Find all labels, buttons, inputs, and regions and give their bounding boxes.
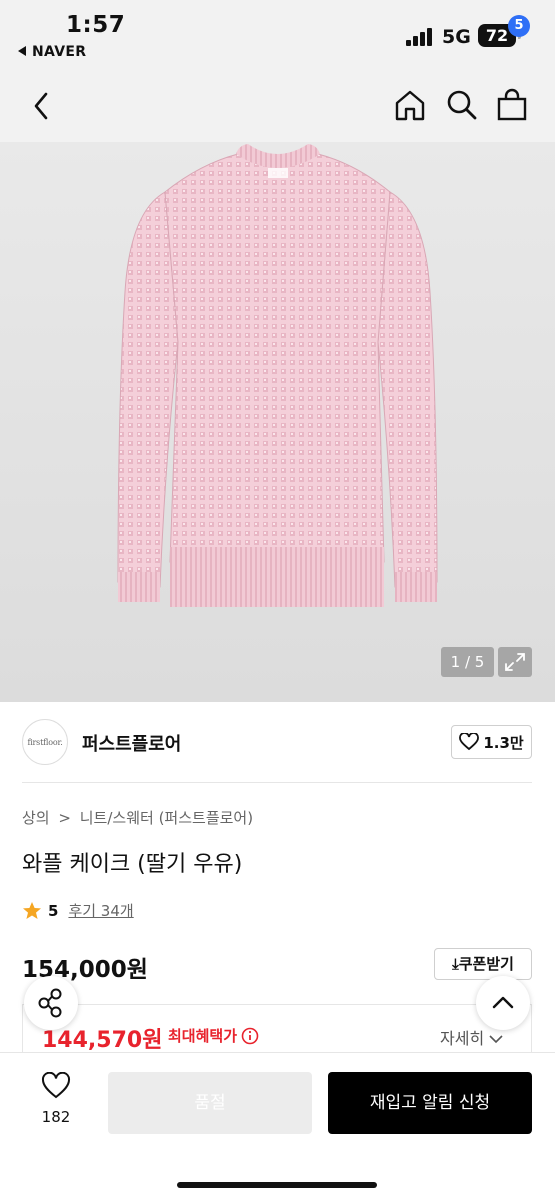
back-triangle-icon [18, 46, 26, 56]
product-image[interactable] [0, 142, 555, 702]
share-button[interactable] [24, 976, 78, 1030]
cart-count-badge: 5 [508, 15, 530, 37]
brand-name[interactable]: 퍼스트플로어 [82, 730, 181, 756]
top-nav [0, 70, 555, 142]
restock-alert-button[interactable]: 재입고 알림 신청 [328, 1072, 532, 1134]
network-label: 5G [442, 26, 471, 48]
status-time: 1:57 [66, 12, 126, 38]
chevron-down-icon [489, 1035, 503, 1044]
scroll-top-button[interactable] [476, 976, 530, 1030]
divider [22, 782, 532, 783]
info-icon [241, 1027, 259, 1044]
expand-icon[interactable] [498, 647, 532, 677]
breadcrumb-separator: > [58, 809, 71, 827]
wishlist-count: 182 [41, 1108, 71, 1126]
signal-icon [406, 28, 434, 46]
image-counter: 1 / 5 [441, 647, 494, 677]
heart-icon [459, 733, 480, 751]
brand-like-count: 1.3만 [483, 733, 524, 752]
rating-score: 5 [48, 901, 59, 920]
back-app-label: NAVER [32, 44, 87, 60]
max-benefit-label-row[interactable]: 최대혜택가 [168, 1025, 259, 1046]
brand-logo[interactable]: firstfloor. [22, 719, 68, 765]
battery-level: 72 [485, 26, 509, 45]
brand-like-button[interactable]: 1.3만 [451, 725, 532, 759]
breadcrumb-item-knit[interactable]: 니트/스웨터 (퍼스트플로어) [80, 809, 253, 827]
product-title: 와플 케이크 (딸기 우유) [22, 852, 243, 877]
review-count-link[interactable]: 후기 34개 [68, 900, 133, 921]
status-bar: 1:57 NAVER 5G 72 [0, 0, 555, 70]
star-icon [23, 901, 41, 919]
soldout-button: 품절 [108, 1072, 312, 1134]
sweater-image [117, 144, 438, 607]
search-icon[interactable] [444, 87, 480, 123]
details-label: 자세히 [440, 1029, 485, 1048]
shopping-bag-icon[interactable] [494, 87, 530, 123]
download-icon: ⤓ [452, 955, 459, 973]
chevron-up-icon [492, 996, 514, 1009]
max-benefit-label: 최대혜택가 [168, 1027, 238, 1045]
back-to-app-link[interactable]: NAVER [18, 44, 86, 60]
rating-row: 5 후기 34개 [22, 900, 134, 921]
back-arrow-icon[interactable] [24, 88, 60, 124]
coupon-label: 쿠폰받기 [458, 955, 514, 973]
breadcrumb-item-top[interactable]: 상의 [22, 809, 50, 827]
home-icon[interactable] [392, 87, 428, 123]
heart-icon [41, 1071, 71, 1099]
share-icon [38, 988, 62, 1018]
breadcrumb: 상의 > 니트/스웨터 (퍼스트플로어) [22, 807, 257, 828]
home-indicator [177, 1182, 377, 1188]
